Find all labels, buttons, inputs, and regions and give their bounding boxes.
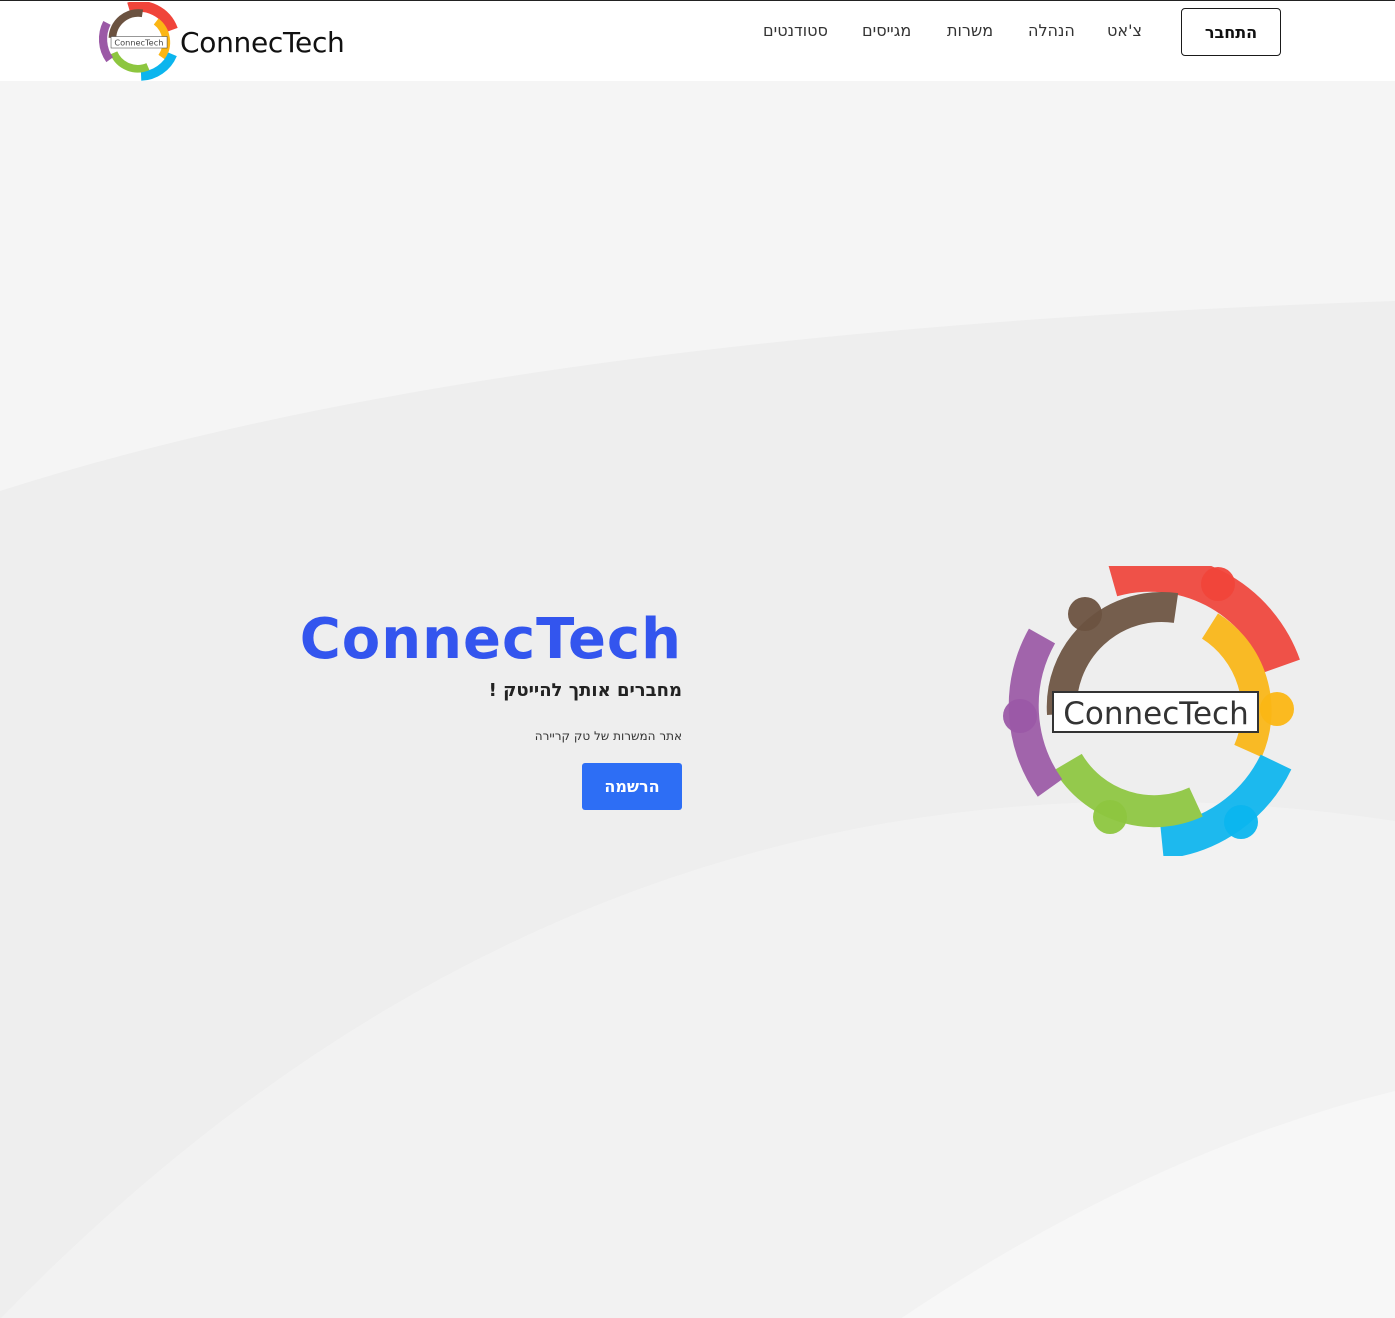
hero-title: ConnecTech [299, 607, 682, 672]
brand-name: ConnecTech [180, 25, 345, 59]
signup-button[interactable]: הרשמה [582, 763, 682, 810]
login-button[interactable]: התחבר [1181, 8, 1281, 56]
hero-section: ConnecTech מחברים אותך להייטק ! אתר המשר… [290, 601, 682, 810]
nav-link-jobs[interactable]: משרות [947, 21, 993, 40]
hero-subtitle: מחברים אותך להייטק ! [488, 680, 682, 701]
hero-description: אתר המשרות של טק קריירה [534, 729, 682, 743]
hero-logo-icon: ConnecTech [1003, 566, 1300, 856]
connectech-logo-icon: ConnecTech [98, 2, 178, 81]
nav-link-recruiters[interactable]: מגייסים [862, 21, 911, 40]
top-navbar: ConnecTech ConnecTech צ'אט הנהלה משרות מ… [0, 1, 1395, 81]
nav-link-chat[interactable]: צ'אט [1107, 21, 1142, 40]
svg-text:ConnecTech: ConnecTech [1063, 696, 1248, 732]
nav-link-management[interactable]: הנהלה [1028, 21, 1075, 40]
nav-link-students[interactable]: סטודנטים [763, 21, 828, 40]
brand[interactable]: ConnecTech ConnecTech [96, 2, 345, 81]
svg-text:ConnecTech: ConnecTech [114, 37, 163, 47]
